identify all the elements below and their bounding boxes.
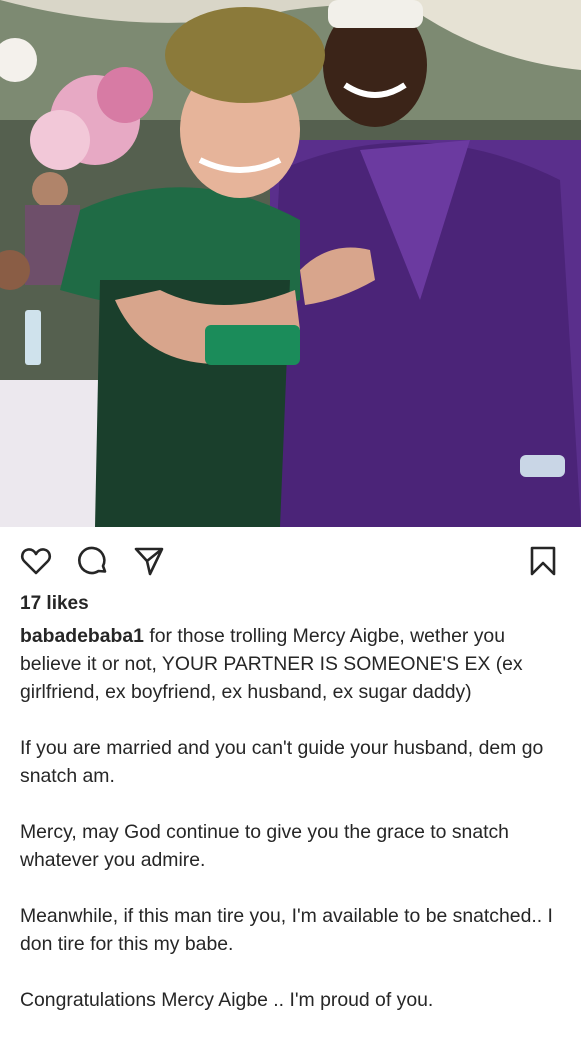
heart-icon[interactable] <box>19 544 53 578</box>
send-icon[interactable] <box>132 544 166 578</box>
comment-icon[interactable] <box>76 544 110 578</box>
caption-paragraph: Congratulations Mercy Aigbe .. I'm proud… <box>20 989 434 1011</box>
post-photo-illustration <box>0 0 581 527</box>
caption-username[interactable]: babadebaba1 <box>20 625 144 647</box>
caption-paragraph: Meanwhile, if this man tire you, I'm ava… <box>20 905 553 955</box>
caption-paragraph: babadebaba1 for those trolling Mercy Aig… <box>20 622 565 706</box>
post-photo[interactable] <box>0 0 581 527</box>
bookmark-icon[interactable] <box>526 544 560 578</box>
caption-paragraph: Mercy, may God continue to give you the … <box>20 821 509 871</box>
post-caption: babadebaba1 for those trolling Mercy Aig… <box>20 622 565 1042</box>
likes-count[interactable]: 17 likes <box>20 593 89 615</box>
post-action-bar <box>0 536 581 584</box>
caption-paragraph: If you are married and you can't guide y… <box>20 737 544 787</box>
